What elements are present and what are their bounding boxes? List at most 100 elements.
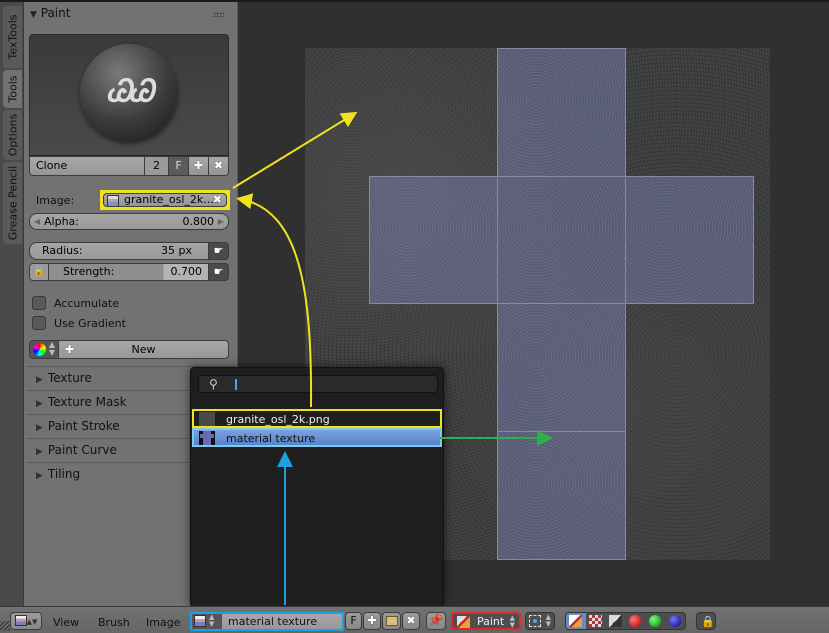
section-label: Tiling — [47, 467, 81, 481]
new-label: New — [131, 343, 156, 356]
uv-face — [497, 431, 626, 560]
uv-face — [497, 176, 626, 304]
section-label: Texture — [47, 371, 92, 385]
green-channel-button[interactable] — [646, 613, 666, 629]
uv-face — [369, 176, 498, 304]
palette-browse-button[interactable]: ▲ ▼ — [29, 340, 59, 359]
open-image-button[interactable] — [382, 612, 401, 630]
section-label: Paint Curve — [47, 443, 117, 457]
add-brush-button[interactable]: ✚ — [189, 156, 209, 176]
updown-arrows-icon: ▲▼ — [26, 618, 38, 626]
palette-selector: ▲ ▼ ✚ New — [29, 340, 229, 359]
expand-triangle-icon: ▶ — [36, 423, 43, 433]
updown-arrows-icon: ▲▼ — [509, 614, 515, 629]
tab-options[interactable]: Options — [3, 110, 22, 160]
text-cursor — [235, 379, 237, 390]
red-channel-icon — [629, 615, 641, 627]
new-palette-button[interactable]: ✚ New — [59, 340, 229, 359]
new-image-button[interactable]: ✚ — [363, 612, 381, 630]
color-wheel-icon — [33, 343, 46, 356]
color-alpha-channel-button[interactable] — [566, 613, 586, 629]
paint-brush-icon — [457, 616, 470, 628]
plus-icon: ✚ — [367, 614, 377, 627]
brush-preview[interactable]: ᏊᏊ — [29, 34, 229, 156]
decrement-arrow-icon[interactable]: ◀ — [34, 214, 40, 229]
brush-users-count[interactable]: 2 — [145, 156, 169, 176]
paint-panel-header[interactable]: ▼ Paint — [30, 6, 70, 20]
alpha-slider[interactable]: ◀ Alpha: 0.800 ▶ — [29, 213, 229, 230]
menu-view[interactable]: View — [53, 616, 79, 629]
alpha-only-button[interactable] — [606, 613, 626, 629]
green-channel-icon — [649, 615, 661, 627]
tab-grease-pencil[interactable]: Grease Pencil — [3, 162, 22, 244]
section-label: Paint Stroke — [47, 419, 120, 433]
pin-button[interactable]: 📌 — [426, 612, 446, 630]
clone-image-field[interactable]: granite_osl_2k.... ✖ — [100, 190, 230, 210]
section-label: Texture Mask — [47, 395, 127, 409]
increment-arrow-icon[interactable]: ▶ — [218, 214, 224, 229]
red-channel-button[interactable] — [626, 613, 646, 629]
mode-label: Paint — [477, 615, 505, 628]
image-icon — [194, 615, 206, 627]
granite-thumbnail-icon — [199, 412, 215, 426]
pen-pressure-icon: ☛ — [213, 244, 224, 257]
alpha-label: Alpha: — [44, 215, 79, 228]
tab-label: Tools — [6, 75, 19, 103]
item-label: material texture — [226, 432, 316, 445]
editor-type-button[interactable]: ▲▼ — [10, 612, 42, 630]
uv-face — [497, 303, 626, 432]
image-name-field[interactable]: material texture — [222, 614, 342, 629]
dropdown-item-material-texture[interactable]: material texture — [192, 428, 442, 447]
strength-value: 0.700 — [170, 265, 203, 278]
drag-grip-icon[interactable] — [213, 12, 225, 17]
image-selector[interactable]: ▲ ▼ material texture — [190, 612, 344, 631]
expand-triangle-icon: ▶ — [36, 447, 43, 457]
tab-tools[interactable]: Tools — [3, 70, 22, 108]
material-texture-thumbnail-icon — [199, 431, 215, 445]
blue-channel-icon — [669, 615, 681, 627]
lock-button[interactable]: 🔒 — [696, 612, 716, 630]
accumulate-label: Accumulate — [54, 297, 119, 310]
uv-face — [497, 48, 626, 177]
unlink-image-button[interactable]: ✖ — [402, 612, 420, 630]
collapse-triangle-icon: ▼ — [30, 10, 37, 20]
search-icon: ⚲ — [209, 377, 218, 391]
tab-textools[interactable]: TexTools — [3, 6, 22, 68]
checker-icon — [589, 615, 602, 627]
radius-pressure-button[interactable]: ☛ — [209, 242, 229, 260]
menu-image[interactable]: Image — [146, 616, 180, 629]
brush-name-field[interactable]: Clone — [29, 156, 145, 176]
mode-selector[interactable]: Paint ▲ ▼ — [451, 612, 521, 630]
accumulate-checkbox[interactable] — [32, 296, 46, 310]
area-split-handle[interactable] — [0, 621, 10, 631]
brush-selector: Clone 2 F ✚ ✖ — [29, 156, 229, 176]
x-icon[interactable]: ✖ — [213, 194, 222, 206]
image-browse-dropdown: ⚲ granite_osl_2k.png material texture — [190, 367, 444, 607]
updown-arrows-icon: ▲▼ — [209, 613, 215, 628]
image-label: Image: — [36, 194, 75, 207]
fake-user-button[interactable]: F — [345, 612, 362, 630]
color-alpha-icon — [569, 615, 582, 627]
use-gradient-checkbox[interactable] — [32, 316, 46, 330]
blue-channel-button[interactable] — [666, 613, 686, 629]
tab-label: Options — [6, 113, 19, 157]
alpha-checker-button[interactable] — [586, 613, 606, 629]
dropdown-item-granite[interactable]: granite_osl_2k.png — [192, 409, 442, 428]
unlock-button[interactable]: 🔓 — [29, 263, 49, 281]
image-editor-icon — [14, 615, 27, 626]
updown-arrows-icon: ▲▼ — [545, 613, 551, 628]
tab-label: Grease Pencil — [6, 165, 19, 241]
expand-triangle-icon: ▶ — [36, 375, 43, 385]
radius-value: 35 px — [161, 244, 192, 257]
plus-icon: ✚ — [193, 159, 204, 172]
remove-brush-button[interactable]: ✖ — [209, 156, 229, 176]
radius-label: Radius: — [42, 244, 83, 257]
fake-user-button[interactable]: F — [169, 156, 189, 176]
radius-slider[interactable]: Radius: 35 px — [29, 242, 209, 260]
pivot-selector[interactable]: ▲ ▼ — [525, 612, 555, 630]
dropdown-search-input[interactable]: ⚲ — [198, 375, 438, 393]
strength-pressure-button[interactable]: ☛ — [209, 263, 229, 281]
menu-brush[interactable]: Brush — [98, 616, 130, 629]
strength-slider[interactable]: Strength: 0.700 — [49, 263, 209, 281]
item-label: granite_osl_2k.png — [226, 413, 330, 426]
